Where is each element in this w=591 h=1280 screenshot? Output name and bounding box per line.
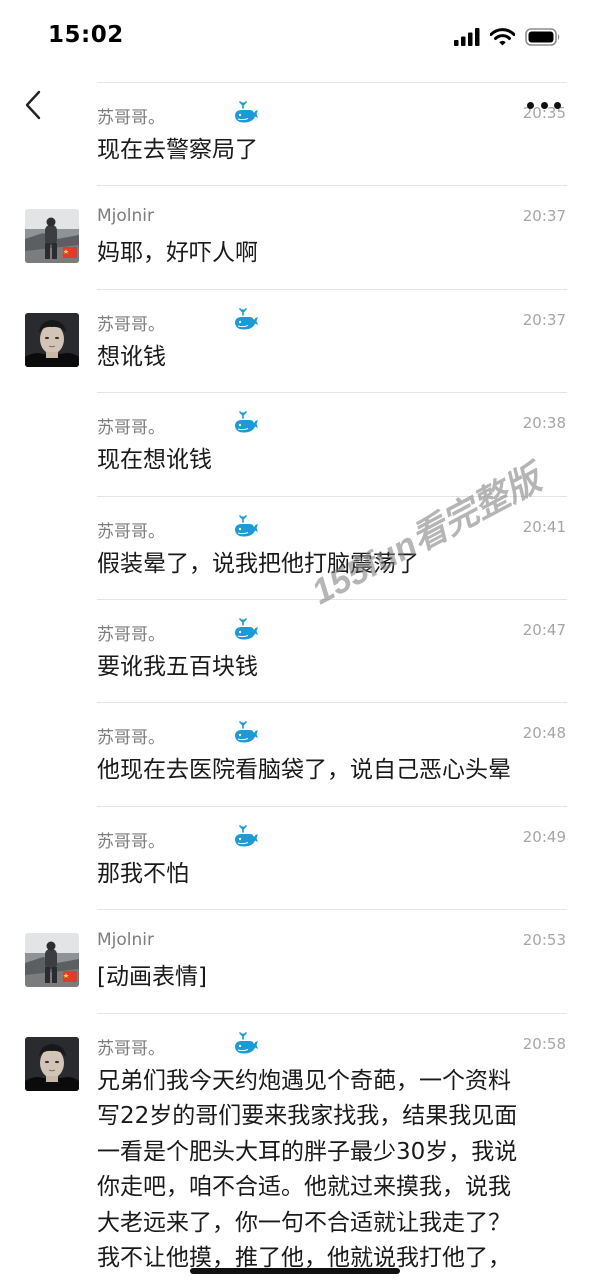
divider (97, 288, 567, 290)
sender-name: 苏哥哥。 (97, 728, 165, 749)
message-text: [动画表情] (97, 964, 207, 991)
message-item[interactable]: 苏哥哥。 20:58 兄弟们我今天约炮遇见个奇葩，一个资料 写22岁的哥们要来我… (0, 1012, 591, 1271)
divider (97, 702, 567, 704)
message-line: 大老远来了，你一句不合适就让我走了？ (97, 1209, 511, 1236)
status-bar: 15:02 (0, 0, 591, 76)
status-icons (454, 26, 561, 48)
message-time: 20:48 (522, 724, 566, 743)
message-time: 20:47 (522, 620, 566, 639)
message-text: 想讹钱 (97, 343, 166, 370)
divider (97, 185, 567, 187)
sender-name: 苏哥哥。 (97, 108, 165, 128)
whale-icon (234, 101, 259, 124)
message-item[interactable]: 苏哥哥。 20:41 假装晕了，说我把他打脑震荡了 (0, 495, 591, 599)
message-item[interactable]: Mjolnir 20:37 妈耶，好吓人啊 (0, 185, 591, 288)
avatar-mjolnir[interactable] (25, 209, 79, 264)
message-text: 假装晕了，说我把他打脑震荡了 (97, 550, 419, 577)
message-time: 20:37 (522, 207, 566, 226)
back-button[interactable] (20, 88, 50, 122)
message-time: 20:38 (522, 414, 566, 433)
avatar-su[interactable] (25, 312, 79, 367)
message-item[interactable]: 苏哥哥。 20:48 他现在去医院看脑袋了，说自己恶心头晕 (0, 702, 591, 805)
message-item[interactable]: Mjolnir 20:53 [动画表情] (0, 909, 591, 1012)
sender-name: Mjolnir (97, 206, 155, 227)
message-item[interactable]: 苏哥哥。 20:47 要讹我五百块钱 (0, 598, 591, 702)
sender-name: 苏哥哥。 (97, 314, 165, 335)
message-time: 20:58 (522, 1034, 566, 1053)
message-line: 兄弟们我今天约炮遇见个奇葩，一个资料 (97, 1067, 511, 1094)
message-list[interactable]: 苏哥哥。 20:35 现在去警察局了 Mjolnir 20:37 妈耶，好吓人啊… (0, 82, 591, 1271)
chevron-left-icon (25, 90, 41, 120)
more-icon (540, 101, 548, 109)
whale-icon (234, 1031, 259, 1054)
message-time: 20:41 (522, 517, 566, 536)
divider (97, 392, 567, 394)
message-item[interactable]: 苏哥哥。 20:49 那我不怕 (0, 805, 591, 909)
avatar-su[interactable] (25, 1036, 79, 1091)
divider (97, 495, 567, 497)
battery-icon (525, 28, 560, 46)
avatar-mjolnir[interactable] (25, 933, 79, 988)
divider (97, 909, 567, 911)
message-text: 兄弟们我今天约炮遇见个奇葩，一个资料 写22岁的哥们要来我家找我，结果我见面 一… (97, 1064, 567, 1277)
message-text: 他现在去医院看脑袋了，说自己恶心头晕 (97, 757, 511, 784)
more-button[interactable] (527, 99, 561, 111)
message-time: 20:49 (522, 827, 566, 846)
message-line: 你走吧，咱不合适。他就过来摸我，说我 (97, 1174, 511, 1201)
status-time: 15:02 (48, 22, 124, 48)
wifi-icon (490, 28, 515, 46)
divider (97, 805, 567, 807)
whale-icon (234, 721, 259, 744)
message-text: 要讹我五百块钱 (97, 653, 258, 680)
message-line: 一看是个肥头大耳的胖子最少30岁，我说 (97, 1138, 518, 1165)
sender-name: 苏哥哥。 (97, 521, 165, 542)
divider (97, 1012, 567, 1014)
message-time: 20:37 (522, 310, 566, 329)
divider (97, 82, 567, 83)
whale-icon (234, 307, 259, 331)
sender-name: 苏哥哥。 (97, 831, 165, 852)
whale-icon (234, 411, 259, 434)
message-text: 现在去警察局了 (97, 137, 258, 163)
divider (97, 598, 567, 600)
message-item[interactable]: 苏哥哥。 20:38 现在想讹钱 (0, 392, 591, 495)
message-time: 20:53 (522, 931, 566, 950)
message-item[interactable]: 苏哥哥。 20:35 现在去警察局了 (0, 82, 591, 185)
message-text: 现在想讹钱 (97, 447, 212, 474)
whale-icon (234, 824, 259, 848)
message-line: 写22岁的哥们要来我家找我，结果我见面 (97, 1103, 518, 1130)
sender-name: Mjolnir (97, 930, 155, 951)
whale-icon (234, 618, 259, 641)
sender-name: 苏哥哥。 (97, 418, 165, 439)
message-item[interactable]: 苏哥哥。 20:37 想讹钱 (0, 288, 591, 392)
message-text: 那我不怕 (97, 860, 189, 887)
message-text: 妈耶，好吓人啊 (97, 240, 258, 267)
more-icon (554, 101, 561, 109)
sender-name: 苏哥哥。 (97, 1038, 165, 1059)
home-indicator[interactable] (190, 1268, 400, 1274)
sender-name: 苏哥哥。 (97, 624, 165, 645)
cellular-signal-icon (454, 28, 480, 46)
whale-icon (234, 514, 259, 537)
more-icon (527, 101, 534, 109)
